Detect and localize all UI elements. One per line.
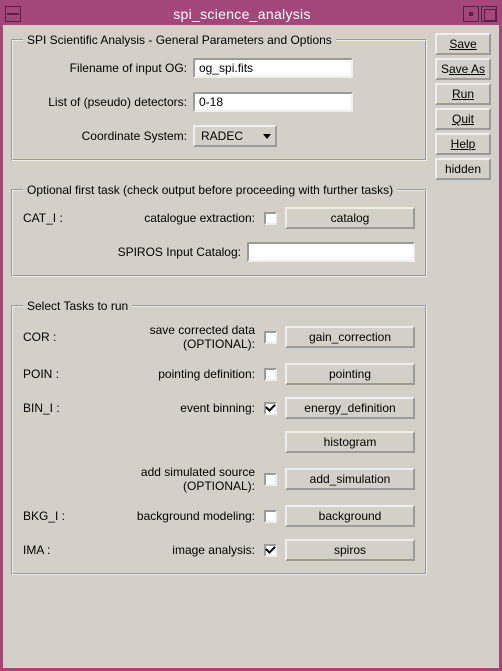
group-optional-first: Optional first task (check output before…	[11, 183, 427, 277]
client-area: Save Save As Run Quit Help hidden SPI Sc…	[3, 25, 499, 668]
row-coord: Coordinate System: RADEC	[23, 125, 415, 147]
background-button[interactable]: background	[285, 505, 415, 527]
spiros-input[interactable]	[247, 242, 415, 262]
cor-prefix: COR :	[23, 330, 77, 344]
ima-prefix: IMA :	[23, 543, 77, 557]
bkg-prefix: BKG_I :	[23, 509, 77, 523]
row-detectors: List of (pseudo) detectors:	[23, 91, 415, 113]
row-spiros-input: SPIROS Input Catalog:	[23, 241, 415, 263]
bin-label: event binning:	[77, 401, 261, 415]
cat-label: catalogue extraction:	[83, 211, 261, 225]
coord-select[interactable]: RADEC	[193, 125, 277, 147]
row-cat: CAT_I : catalogue extraction: catalog	[23, 207, 415, 229]
row-poin: POIN : pointing definition: pointing	[23, 363, 415, 385]
cat-prefix: CAT_I :	[23, 211, 83, 225]
detectors-input[interactable]	[193, 92, 353, 112]
bkg-label: background modeling:	[77, 509, 261, 523]
window-title: spi_science_analysis	[21, 6, 463, 22]
group-optional-legend: Optional first task (check output before…	[23, 183, 397, 197]
cat-checkbox[interactable]	[264, 212, 277, 225]
detectors-label: List of (pseudo) detectors:	[23, 95, 193, 109]
minimize-icon[interactable]	[463, 6, 479, 22]
window-frame: spi_science_analysis Save Save As Run Qu…	[0, 0, 502, 671]
addsim-checkbox[interactable]	[264, 473, 277, 486]
poin-prefix: POIN :	[23, 367, 77, 381]
row-bkg: BKG_I : background modeling: background	[23, 505, 415, 527]
coord-label: Coordinate System:	[23, 129, 193, 143]
add-simulation-button[interactable]: add_simulation	[285, 468, 415, 490]
filename-input[interactable]	[193, 58, 353, 78]
cor-checkbox[interactable]	[264, 331, 277, 344]
row-ima: IMA : image analysis: spiros	[23, 539, 415, 561]
catalog-button[interactable]: catalog	[285, 207, 415, 229]
gain-correction-button[interactable]: gain_correction	[285, 326, 415, 348]
bin-checkbox[interactable]	[264, 402, 277, 415]
row-bin: BIN_I : event binning: energy_definition	[23, 397, 415, 419]
window-menu-icon[interactable]	[5, 6, 21, 22]
save-as-button[interactable]: Save As	[435, 58, 491, 80]
titlebar: spi_science_analysis	[3, 3, 499, 25]
ima-checkbox[interactable]	[264, 544, 277, 557]
save-as-label: Save As	[441, 62, 485, 76]
row-filename: Filename of input OG:	[23, 57, 415, 79]
spiros-label: SPIROS Input Catalog:	[83, 245, 247, 259]
filename-label: Filename of input OG:	[23, 61, 193, 75]
row-add-sim: add simulated source (OPTIONAL): add_sim…	[23, 465, 415, 493]
quit-button[interactable]: Quit	[435, 108, 491, 130]
row-cor: COR : save corrected data (OPTIONAL): ga…	[23, 323, 415, 351]
sidebar: Save Save As Run Quit Help hidden	[435, 33, 491, 180]
help-button[interactable]: Help	[435, 133, 491, 155]
hidden-button[interactable]: hidden	[435, 158, 491, 180]
group-tasks: Select Tasks to run COR : save corrected…	[11, 299, 427, 575]
pointing-button[interactable]: pointing	[285, 363, 415, 385]
spiros-button[interactable]: spiros	[285, 539, 415, 561]
coord-select-value: RADEC	[201, 129, 243, 143]
chevron-down-icon	[263, 134, 271, 139]
save-button[interactable]: Save	[435, 33, 491, 55]
ima-label: image analysis:	[77, 543, 261, 557]
addsim-label: add simulated source (OPTIONAL):	[77, 465, 261, 493]
bin-prefix: BIN_I :	[23, 401, 77, 415]
group-general-legend: SPI Scientific Analysis - General Parame…	[23, 33, 336, 47]
bkg-checkbox[interactable]	[264, 510, 277, 523]
row-histogram: histogram	[23, 431, 415, 453]
poin-checkbox[interactable]	[264, 368, 277, 381]
cor-label: save corrected data (OPTIONAL):	[77, 323, 261, 351]
window-controls	[463, 6, 497, 22]
group-tasks-legend: Select Tasks to run	[23, 299, 132, 313]
histogram-button[interactable]: histogram	[285, 431, 415, 453]
poin-label: pointing definition:	[77, 367, 261, 381]
run-button[interactable]: Run	[435, 83, 491, 105]
group-general: SPI Scientific Analysis - General Parame…	[11, 33, 427, 161]
maximize-icon[interactable]	[481, 6, 497, 22]
energy-definition-button[interactable]: energy_definition	[285, 397, 415, 419]
main-area: SPI Scientific Analysis - General Parame…	[11, 33, 427, 575]
